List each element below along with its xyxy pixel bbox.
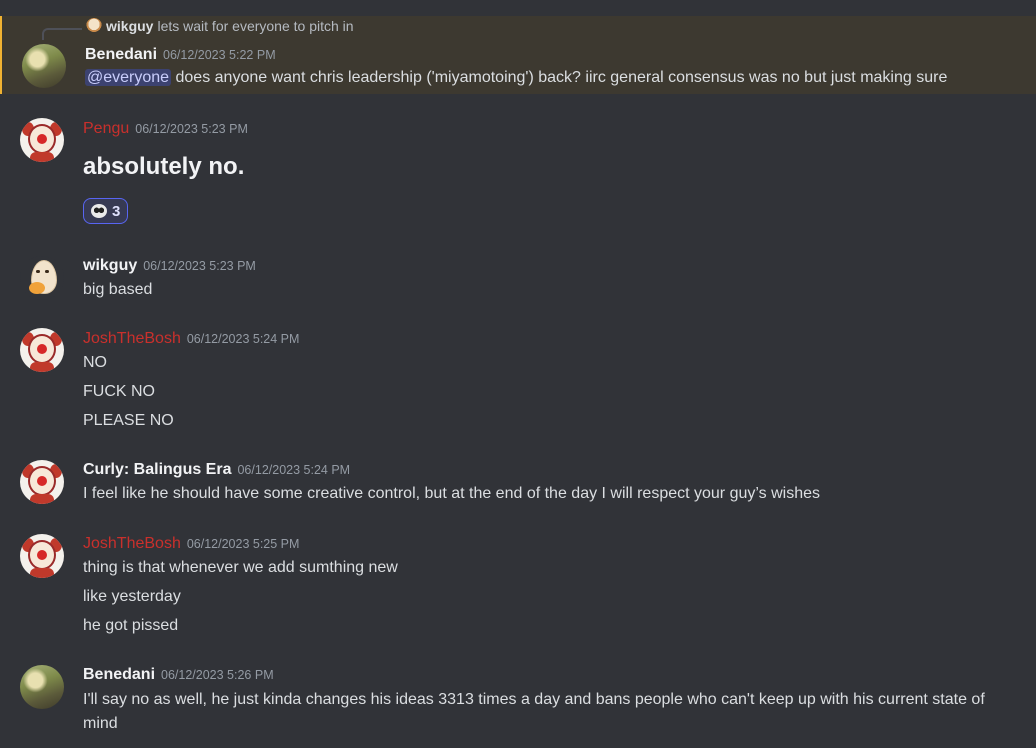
message-line: thing is that whenever we add sumthing n… (83, 559, 398, 576)
chat-log: wikguy lets wait for everyone to pitch in… (0, 0, 1036, 748)
message-header: JoshTheBosh 06/12/2023 5:25 PM (83, 535, 299, 553)
reaction-button[interactable]: 3 (83, 198, 129, 224)
message-header: Benedani 06/12/2023 5:22 PM (85, 46, 276, 64)
avatar[interactable] (20, 328, 64, 372)
message-text-large: absolutely no. (83, 153, 245, 180)
reply-author[interactable]: wikguy (106, 18, 153, 34)
message-highlighted[interactable]: wikguy lets wait for everyone to pitch in… (0, 16, 1036, 94)
timestamp: 06/12/2023 5:24 PM (237, 463, 351, 477)
timestamp: 06/12/2023 5:23 PM (135, 122, 248, 136)
avatar[interactable] (20, 118, 64, 162)
message-text: @everyone does anyone want chris leaders… (85, 69, 947, 87)
message-line: PLEASE NO (83, 412, 174, 429)
message-line: big based (83, 281, 153, 298)
timestamp: 06/12/2023 5:26 PM (161, 668, 274, 682)
timestamp: 06/12/2023 5:22 PM (163, 48, 276, 62)
trollface-emoji-icon (91, 204, 107, 218)
author-name[interactable]: JoshTheBosh (83, 535, 181, 552)
message-header: JoshTheBosh 06/12/2023 5:24 PM (83, 330, 299, 348)
reply-preview[interactable]: wikguy lets wait for everyone to pitch in (86, 18, 354, 34)
author-name[interactable]: wikguy (83, 257, 137, 274)
reply-avatar-icon (86, 18, 102, 34)
mention-everyone[interactable]: @everyone (85, 69, 172, 86)
avatar[interactable] (20, 460, 64, 504)
author-name[interactable]: Benedani (85, 46, 157, 63)
message-header: wikguy 06/12/2023 5:23 PM (83, 257, 256, 275)
message-header: Benedani 06/12/2023 5:26 PM (83, 666, 274, 684)
reply-connector (42, 28, 82, 40)
timestamp: 06/12/2023 5:24 PM (186, 332, 300, 346)
reply-text: lets wait for everyone to pitch in (157, 18, 354, 34)
message-line: I'll say no as well, he just kinda chang… (83, 691, 985, 732)
timestamp: 06/12/2023 5:23 PM (143, 259, 256, 273)
reaction-count: 3 (112, 202, 121, 220)
message-line: NO (83, 354, 107, 371)
avatar[interactable] (20, 534, 64, 578)
avatar[interactable] (20, 665, 64, 709)
author-name[interactable]: Benedani (83, 666, 155, 683)
timestamp: 06/12/2023 5:25 PM (186, 537, 300, 551)
message-header: Curly: Balingus Era 06/12/2023 5:24 PM (83, 461, 350, 479)
message-line: he got pissed (83, 617, 179, 634)
message-body: does anyone want chris leadership ('miya… (171, 69, 948, 86)
avatar[interactable] (22, 44, 66, 88)
author-name[interactable]: Curly: Balingus Era (83, 461, 231, 478)
author-name[interactable]: JoshTheBosh (83, 330, 181, 347)
author-name[interactable]: Pengu (83, 120, 129, 137)
avatar[interactable] (20, 256, 64, 300)
message-line: FUCK NO (83, 383, 155, 400)
message-header: Pengu 06/12/2023 5:23 PM (83, 120, 248, 138)
message-line: I feel like he should have some creative… (83, 485, 820, 502)
message-line: like yesterday (83, 588, 181, 605)
